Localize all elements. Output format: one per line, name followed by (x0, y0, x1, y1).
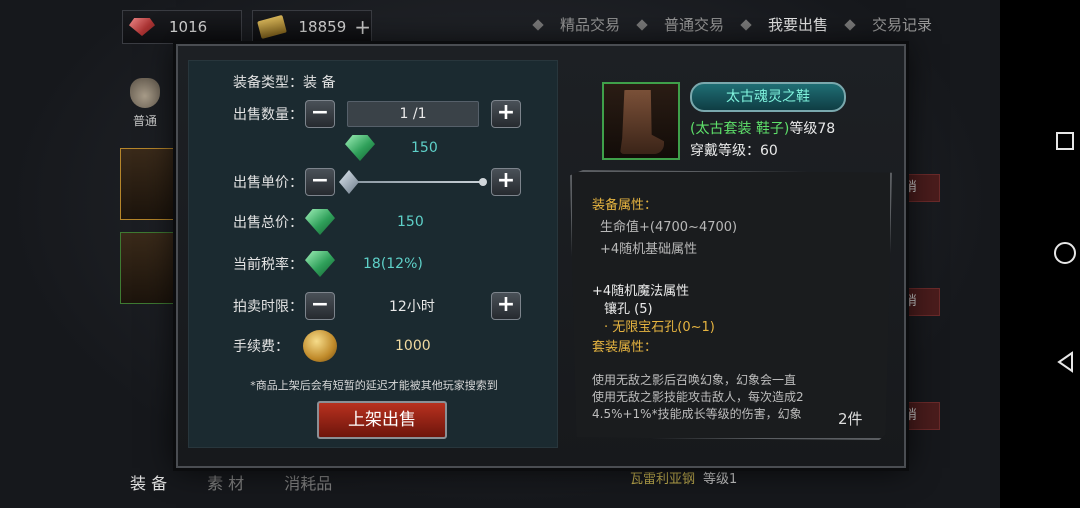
unit-price-label: 出售单价： (233, 175, 303, 191)
gem-icon (129, 18, 155, 36)
tax-label: 当前税率： (233, 257, 303, 273)
tab-trade-records[interactable]: 交易记录 (872, 14, 932, 35)
magic-attr: +4随机魔法属性 (592, 284, 690, 299)
gem-currency: 1016 (122, 10, 242, 44)
tab-normal-trade[interactable]: 普通交易 (664, 14, 724, 35)
gold-coins-icon (303, 330, 337, 362)
socket-attr: 镶孔 (5) (604, 302, 653, 317)
category-label: 普通 (132, 114, 157, 128)
item-set-level: (太古套装 鞋子)等级78 (690, 118, 835, 138)
item-set-label: (太古套装 鞋子) (690, 121, 790, 137)
jade-icon (305, 209, 335, 235)
hp-attr: 生命值+(4700~4700) (600, 220, 738, 235)
inventory-item-slot[interactable] (120, 148, 178, 220)
set-desc-line: 使用无敌之影技能攻击敌人，每次造成2 (592, 390, 804, 404)
recent-apps-icon[interactable] (1056, 132, 1074, 150)
base-attr: +4随机基础属性 (600, 242, 698, 257)
socket-sub-attr: · 无限宝石孔(0~1) (604, 320, 715, 335)
duration-minus-button[interactable]: − (305, 292, 335, 320)
system-nav-bar (1000, 0, 1080, 508)
game-screen: 1016 18859 + 精品交易 普通交易 我要出售 交易记录 普通 销 销 … (0, 0, 1000, 508)
duration-value: 12小时 (389, 299, 435, 315)
bottom-category-tabs: 装 备 素 材 消耗品 (130, 470, 332, 494)
duration-row: 拍卖时限： − 12小时 + (189, 289, 559, 323)
duration-label: 拍卖时限： (233, 299, 303, 315)
back-icon[interactable] (1054, 350, 1078, 374)
category-normal[interactable]: 普通 (120, 78, 170, 129)
list-for-sale-button[interactable]: 上架出售 (317, 401, 447, 439)
trade-tabs: 精品交易 普通交易 我要出售 交易记录 (532, 14, 932, 35)
tab-sell[interactable]: 我要出售 (768, 14, 828, 35)
unit-price-value-row: 150 (189, 131, 559, 165)
diamond-icon (844, 18, 856, 31)
ticket-currency: 18859 + (252, 10, 372, 44)
fee-row: 手续费： 1000 (189, 329, 559, 363)
set-description: 使用无敌之影后召唤幻象，幻象会一直 使用无敌之影技能攻击敌人，每次造成2 4.5… (592, 372, 832, 423)
total-price-label: 出售总价： (233, 215, 303, 231)
item-wear-level: 穿戴等级：60 (690, 143, 778, 159)
tax-value: 18(12%) (363, 256, 423, 272)
boots-icon (620, 90, 664, 154)
tab-premium-trade[interactable]: 精品交易 (560, 14, 620, 35)
set-attr-heading: 套装属性： (592, 340, 658, 355)
quantity-plus-button[interactable]: + (491, 100, 521, 128)
diamond-icon (532, 18, 544, 31)
tab-consumables[interactable]: 消耗品 (284, 470, 332, 494)
bottom-item-level: 等级1 (703, 472, 738, 487)
gem-count: 1016 (169, 18, 208, 36)
diamond-icon (636, 18, 648, 31)
sell-dialog: 装备类型：装 备 出售数量： − 1 /1 + 150 出售单价： − + 出售… (176, 44, 906, 468)
price-plus-button[interactable]: + (491, 168, 521, 196)
item-name: 太古魂灵之鞋 (690, 82, 846, 112)
unit-price-value: 150 (411, 140, 438, 156)
price-slider-handle[interactable] (339, 170, 359, 194)
price-slider-track[interactable] (353, 181, 481, 183)
jade-icon (345, 135, 375, 161)
quantity-field[interactable]: 1 /1 (347, 101, 479, 127)
quantity-minus-button[interactable]: − (305, 100, 335, 128)
ticket-count: 18859 (298, 18, 347, 36)
bottom-item-name: 瓦雷利亚钢 (630, 472, 696, 487)
listing-delay-note: *商品上架后会有短暂的延迟才能被其他玩家搜索到 (250, 379, 498, 392)
quantity-row: 出售数量： − 1 /1 + (189, 97, 559, 131)
ticket-icon (257, 15, 287, 39)
set-desc-line: 4.5%+1%*技能成长等级的伤害，幻象 (592, 407, 802, 421)
tab-materials[interactable]: 素 材 (207, 470, 244, 494)
set-desc-line: 使用无敌之影后召唤幻象，幻象会一直 (592, 373, 797, 387)
item-attributes-scroll[interactable]: 装备属性： 生命值+(4700~4700) +4随机基础属性 +4随机魔法属性 … (570, 170, 892, 440)
equip-type-row: 装备类型：装 备 (189, 65, 559, 99)
jade-icon (305, 251, 335, 277)
equip-type-label: 装备类型：装 备 (233, 75, 336, 91)
duration-plus-button[interactable]: + (491, 292, 521, 320)
equip-attr-heading: 装备属性： (592, 198, 658, 213)
set-piece-count: 2件 (838, 410, 863, 428)
price-slider-end (479, 178, 487, 186)
inventory-item-slot[interactable] (120, 232, 178, 304)
item-icon-slot (602, 82, 680, 160)
quantity-label: 出售数量： (233, 107, 303, 123)
add-ticket-button[interactable]: + (354, 15, 371, 39)
tax-row: 当前税率： 18(12%) (189, 247, 559, 281)
home-icon[interactable] (1054, 242, 1076, 264)
sell-form-panel: 装备类型：装 备 出售数量： − 1 /1 + 150 出售单价： − + 出售… (188, 60, 558, 448)
fee-value: 1000 (395, 338, 431, 354)
item-level: 等级78 (789, 121, 836, 137)
fee-label: 手续费： (233, 339, 289, 355)
diamond-icon (740, 18, 752, 31)
unit-price-row: 出售单价： − + (189, 165, 559, 199)
bottom-list-item[interactable]: 瓦雷利亚钢 等级1 (630, 468, 737, 487)
bag-icon (130, 78, 160, 108)
price-minus-button[interactable]: − (305, 168, 335, 196)
total-price-value: 150 (397, 214, 424, 230)
tab-equipment[interactable]: 装 备 (130, 470, 167, 494)
total-price-row: 出售总价： 150 (189, 205, 559, 239)
